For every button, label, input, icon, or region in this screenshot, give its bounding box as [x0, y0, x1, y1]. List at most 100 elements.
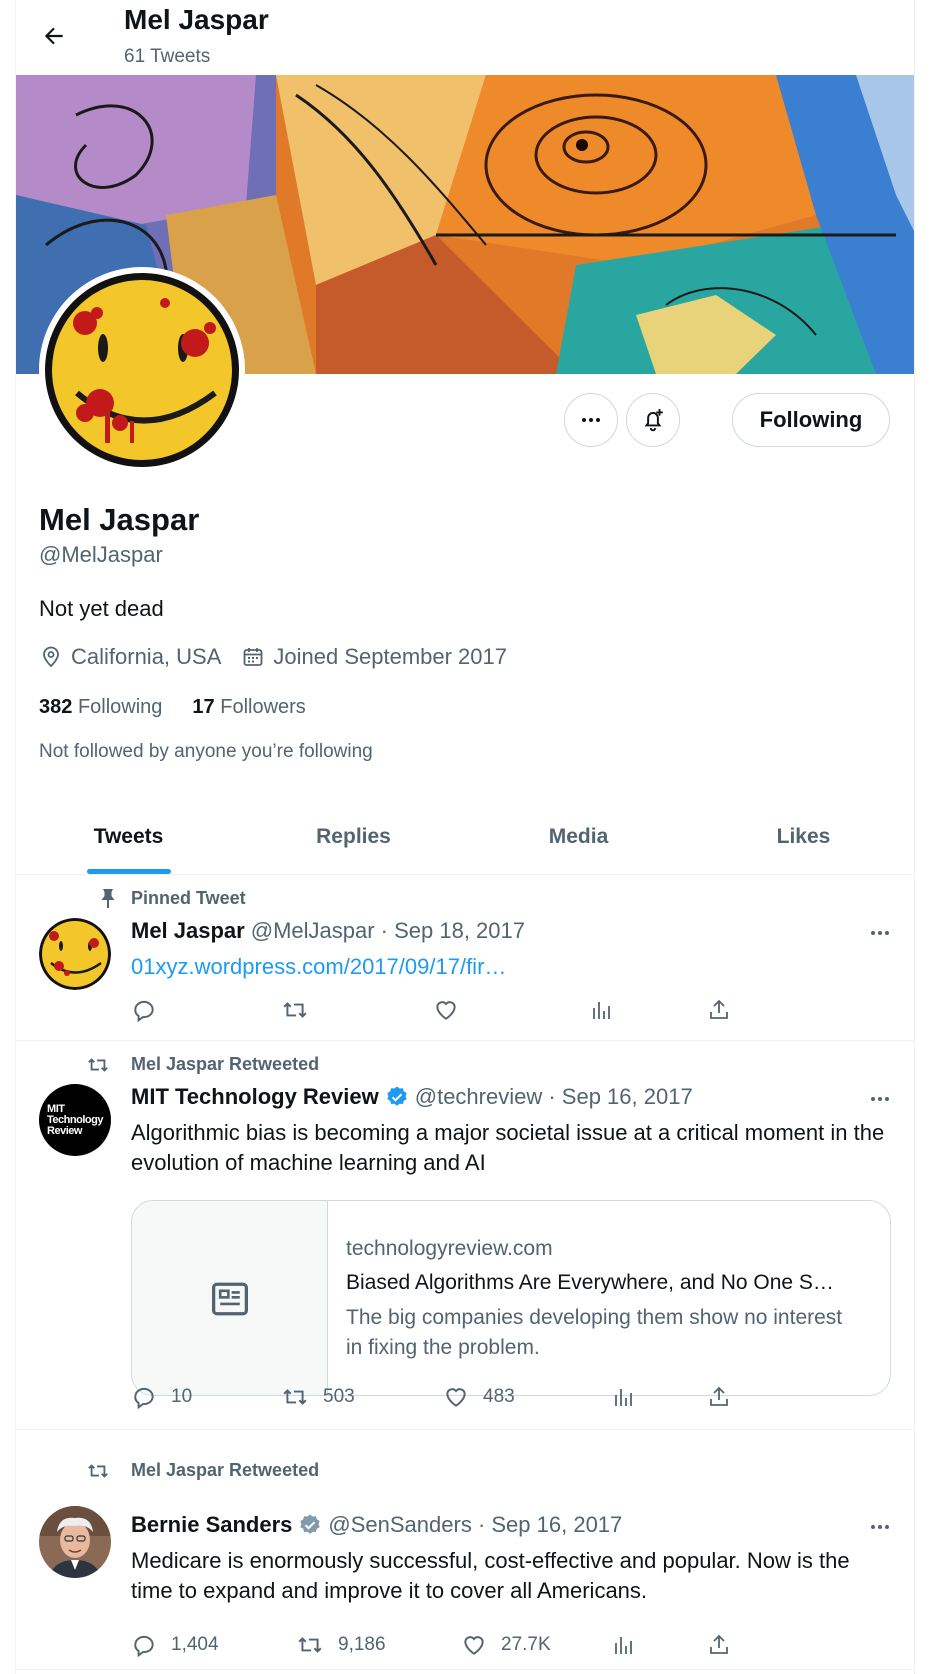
share-icon: [710, 1634, 728, 1654]
heart-icon: [464, 1636, 484, 1655]
tweet-more-button[interactable]: [862, 1084, 898, 1114]
views-button[interactable]: [611, 1632, 635, 1658]
article-icon: [211, 1282, 248, 1316]
more-options-button[interactable]: [564, 393, 618, 447]
tweet-header: Bernie Sanders @SenSanders · Sep 16, 201…: [131, 1512, 622, 1538]
reply-icon: [134, 1387, 154, 1410]
profile-name: Mel Jaspar: [39, 502, 200, 537]
reply-count: 10: [171, 1386, 193, 1407]
tweet-context-text: Pinned Tweet: [131, 888, 246, 908]
like-count: 483: [483, 1386, 515, 1407]
retweet-icon: [88, 1058, 108, 1072]
tab-replies[interactable]: Replies: [241, 800, 466, 874]
back-button[interactable]: [36, 18, 72, 54]
like-button[interactable]: [433, 997, 459, 1023]
location-pin-icon: [43, 646, 59, 668]
header-title: Mel Jaspar: [124, 4, 269, 35]
tweet-avatar[interactable]: [39, 1506, 111, 1578]
views-button[interactable]: [611, 1384, 635, 1410]
followers-count: 17: [192, 696, 215, 718]
reply-button[interactable]: [131, 997, 157, 1023]
mit-logo: MIT Technology Review: [47, 1102, 103, 1137]
profile-joined: Joined September 2017: [241, 644, 507, 670]
tweet-author-name[interactable]: Bernie Sanders: [131, 1512, 292, 1538]
profile-joined-text: Joined September 2017: [273, 644, 508, 669]
notifications-button[interactable]: [626, 393, 680, 447]
verified-badge-icon: [300, 1514, 321, 1534]
heart-icon: [446, 1388, 466, 1407]
share-button[interactable]: [707, 1384, 731, 1410]
tweet-meta: @MelJaspar · Sep 18, 2017: [250, 918, 525, 943]
like-button[interactable]: 27.7K: [461, 1632, 551, 1658]
retweet-icon: [283, 1002, 307, 1018]
share-icon: [710, 999, 728, 1019]
more-horizontal-icon: [871, 931, 889, 935]
tweet-author-name[interactable]: MIT Technology Review: [131, 1084, 379, 1110]
pin-icon: [101, 889, 115, 908]
tweet-pinned[interactable]: Pinned Tweet Mel Jaspar @MelJaspar · Sep…: [16, 876, 914, 1041]
tweet-avatar[interactable]: [39, 918, 111, 990]
following-button[interactable]: Following: [732, 393, 890, 447]
retweet-button[interactable]: [281, 997, 309, 1023]
tab-likes-label: Likes: [776, 825, 831, 848]
tweet-text: Medicare is enormously successful, cost-…: [131, 1548, 850, 1603]
tweet-more-button[interactable]: [862, 918, 898, 948]
arrow-left-icon: [44, 27, 63, 45]
followers-label: Followers: [220, 696, 306, 718]
tab-replies-label: Replies: [316, 825, 391, 848]
not-followed-notice: Not followed by anyone you’re following: [39, 741, 373, 762]
link-card-thumbnail: [132, 1201, 328, 1395]
tweet-retweet-mit[interactable]: Mel Jaspar Retweeted MIT Technology Revi…: [16, 1042, 914, 1430]
bernie-avatar-image: [39, 1506, 111, 1578]
header-tweet-count: 61 Tweets: [124, 46, 211, 67]
tweet-body: 01xyz.wordpress.com/2017/09/17/fir…: [131, 952, 891, 982]
top-bar: Mel Jaspar 61 Tweets: [16, 0, 914, 75]
profile-bio: Not yet dead: [39, 596, 164, 621]
tweet-author-name[interactable]: Mel Jaspar: [131, 918, 245, 944]
retweet-button[interactable]: 9,186: [296, 1632, 386, 1658]
tweet-avatar[interactable]: MIT Technology Review: [39, 1084, 111, 1156]
reply-button[interactable]: 1,404: [131, 1632, 219, 1658]
tweet-link[interactable]: 01xyz.wordpress.com/2017/09/17/fir…: [131, 954, 506, 979]
tweet-more-button[interactable]: [862, 1512, 898, 1542]
profile-avatar[interactable]: [39, 267, 245, 473]
tweet-text: Algorithmic bias is becoming a major soc…: [131, 1120, 885, 1175]
tweet-header: MIT Technology Review @techreview · Sep …: [131, 1084, 693, 1110]
tweet-meta: @SenSanders · Sep 16, 2017: [328, 1512, 623, 1537]
followers-count-link[interactable]: 17 Followers: [192, 696, 305, 719]
analytics-icon: [593, 1002, 610, 1019]
calendar-icon: [243, 648, 263, 666]
tab-likes[interactable]: Likes: [691, 800, 914, 874]
analytics-icon: [615, 1637, 632, 1654]
reply-icon: [134, 1000, 154, 1023]
tab-tweets[interactable]: Tweets: [16, 800, 241, 874]
following-count: 382: [39, 696, 73, 718]
tweet-actions: [131, 997, 771, 1027]
like-button[interactable]: 483: [443, 1384, 515, 1410]
tweet-actions: 1,404 9,186 27.7K: [131, 1632, 771, 1662]
profile-handle: @MelJaspar: [39, 542, 163, 567]
tweet-retweet-sanders[interactable]: Mel Jaspar Retweeted Bernie Sanders @Sen…: [16, 1460, 914, 1670]
tab-media[interactable]: Media: [466, 800, 691, 874]
smiley-avatar-image: [39, 918, 111, 990]
reply-button[interactable]: 10: [131, 1384, 192, 1410]
verified-badge-icon: [387, 1086, 407, 1106]
profile-location-text: California, USA: [71, 644, 222, 669]
share-button[interactable]: [707, 997, 731, 1023]
tweet-context-text: Mel Jaspar Retweeted: [131, 1460, 320, 1480]
profile-column: Mel Jaspar 61 Tweets Following Mel Jaspa…: [15, 0, 915, 1674]
link-card-title: Biased Algorithms Are Everywhere, and No…: [346, 1271, 834, 1294]
link-card[interactable]: technologyreview.com Biased Algorithms A…: [131, 1200, 891, 1396]
following-count-link[interactable]: 382 Following: [39, 696, 162, 719]
views-button[interactable]: [589, 997, 613, 1023]
retweet-count: 9,186: [338, 1634, 386, 1655]
profile-meta: California, USA Joined September 2017: [39, 644, 527, 670]
tweet-actions: 10 503 483: [131, 1384, 771, 1414]
share-button[interactable]: [707, 1632, 731, 1658]
retweet-button[interactable]: 503: [281, 1384, 355, 1410]
reply-count: 1,404: [171, 1634, 219, 1655]
link-card-domain: technologyreview.com: [346, 1237, 553, 1260]
smiley-avatar-image: [45, 273, 239, 467]
more-horizontal-icon: [871, 1097, 889, 1101]
share-icon: [710, 1386, 728, 1406]
